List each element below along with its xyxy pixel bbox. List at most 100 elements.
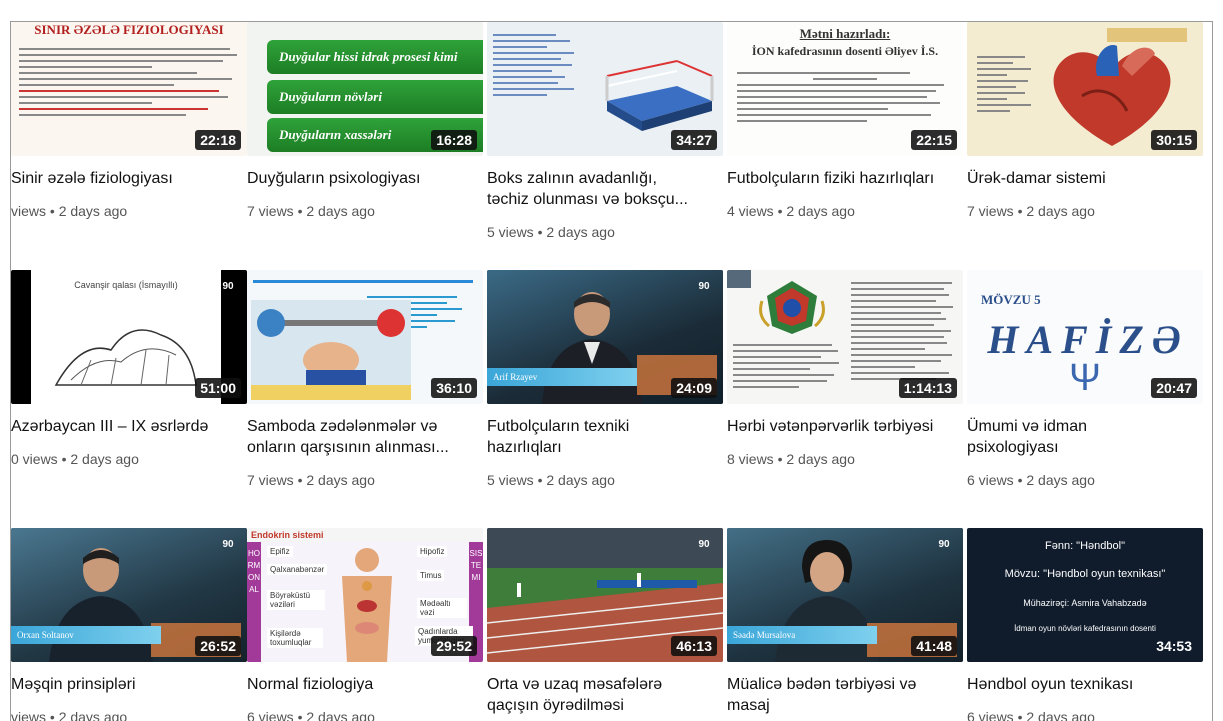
header-line xyxy=(253,280,473,283)
thumb-lecturer: Mühazirəçi: Asmira Vahabzadə xyxy=(1023,598,1147,608)
thumb-heading: SINIR ƏZƏLƏ FIZIOLOGIYASI xyxy=(34,22,224,37)
video-thumbnail[interactable]: 30:15 xyxy=(967,22,1203,156)
video-meta: 6 views • 2 days ago xyxy=(967,472,1095,488)
thumb-heading: HAFİZƏ xyxy=(987,317,1189,362)
list-icon xyxy=(493,30,583,100)
duration-badge: 24:09 xyxy=(671,378,717,398)
video-thumbnail[interactable]: 36:10 xyxy=(247,270,483,404)
video-title[interactable]: Boks zalının avadanlığı, təchiz olunması… xyxy=(487,168,723,210)
duration-badge: 1:14:13 xyxy=(898,378,957,398)
organ-label: Timus xyxy=(417,570,445,581)
organ-label: Kişilərdə toxumluqlar xyxy=(267,628,323,648)
organ-label: Hipofiz xyxy=(417,546,448,557)
organ-label: Qalxanabənzər xyxy=(267,564,328,575)
thumb-topic: MÖVZU 5 xyxy=(981,292,1041,307)
video-meta: 4 views • 2 days ago xyxy=(727,203,855,219)
duration-badge: 30:15 xyxy=(1151,130,1197,150)
thumb-subheading: İON kafedrasının dosenti Əliyev İ.S. xyxy=(751,44,939,58)
name-lower-third: Arif Rzayev xyxy=(487,368,637,386)
thumb-heading: Mətni hazırladı: xyxy=(799,26,891,41)
text-column-icon xyxy=(851,278,957,384)
video-title[interactable]: Ümumi və idman psixologiyası xyxy=(967,416,1203,458)
video-thumbnail[interactable]: Fənn: "Həndbol" Mövzu: "Həndbol oyun tex… xyxy=(967,528,1203,662)
video-thumbnail[interactable]: Duyğular hissi idrak prosesi kimi Duyğul… xyxy=(247,22,483,156)
name-lower-third: Orxan Soltanov xyxy=(11,626,161,644)
video-inset xyxy=(727,270,751,288)
boxing-ring-icon xyxy=(605,60,714,131)
video-thumbnail[interactable]: MÖVZU 5 HAFİZƏ Ψ 20:47 xyxy=(967,270,1203,404)
list-icon xyxy=(977,52,1037,116)
video-title[interactable]: Məşqin prinsipləri xyxy=(11,674,247,695)
duration-badge: 41:48 xyxy=(911,636,957,656)
video-thumbnail[interactable]: Endokrin sistemi HORMONAL SISTEMI Epifiz… xyxy=(247,528,483,662)
video-meta: views • 2 days ago xyxy=(11,709,128,721)
document-lines-icon xyxy=(737,68,953,126)
video-meta: views • 2 days ago xyxy=(11,203,128,219)
video-meta: 5 views • 2 days ago xyxy=(487,472,615,488)
video-thumbnail[interactable]: Mətni hazırladı: İON kafedrasının dosent… xyxy=(727,22,963,156)
video-title[interactable]: Ürək-damar sistemi xyxy=(967,168,1203,189)
document-thumbnail-icon xyxy=(19,44,241,120)
emblem-icon xyxy=(759,281,825,334)
video-thumbnail[interactable]: 34:27 xyxy=(487,22,723,156)
name-lower-third: Səadə Mursalova xyxy=(727,626,877,644)
letterbox-bar xyxy=(11,270,31,404)
video-title[interactable]: Sinir əzələ fiziologiyası xyxy=(11,168,247,189)
duration-badge: 26:52 xyxy=(195,636,241,656)
video-thumbnail[interactable]: 90 Orxan Soltanov 26:52 xyxy=(11,528,247,662)
duration-badge: 22:15 xyxy=(911,130,957,150)
video-thumbnail[interactable]: 90 46:13 xyxy=(487,528,723,662)
thumb-line: Duyğular hissi idrak prosesi kimi xyxy=(267,40,483,74)
video-thumbnail[interactable]: 90 Səadə Mursalova 41:48 xyxy=(727,528,963,662)
duration-badge: 34:53 xyxy=(1156,638,1192,654)
video-thumbnail[interactable]: SINIR ƏZƏLƏ FIZIOLOGIYASI 22:18 xyxy=(11,22,247,156)
ruins-sketch-icon xyxy=(54,329,197,386)
video-meta: 7 views • 2 days ago xyxy=(967,203,1095,219)
video-title[interactable]: Orta və uzaq məsafələrə qaçışın öyrədilm… xyxy=(487,674,723,716)
video-title[interactable]: Samboda zədələnmələr və onların qarşısın… xyxy=(247,416,483,458)
video-thumbnail[interactable]: 90 Arif Rzayev 24:09 xyxy=(487,270,723,404)
heading-bar xyxy=(1107,28,1187,42)
video-meta: 8 views • 2 days ago xyxy=(727,451,855,467)
video-grid: SINIR ƏZƏLƏ FIZIOLOGIYASI 22:18 Sinir əz… xyxy=(11,22,1212,721)
video-grid-frame: SINIR ƏZƏLƏ FIZIOLOGIYASI 22:18 Sinir əz… xyxy=(10,21,1213,721)
thumb-department: İdman oyun növləri kafedrasının dosenti xyxy=(1014,624,1156,633)
presenter-icon xyxy=(542,292,642,404)
side-label: HORMONAL xyxy=(247,542,261,662)
thumb-topic: Mövzu: "Həndbol oyun texnikası" xyxy=(1004,568,1166,580)
thumb-line: Duyğuların növləri xyxy=(267,80,483,114)
video-title[interactable]: Duyğuların psixologiyası xyxy=(247,168,483,189)
organ-label: Mədəaltı vəzi xyxy=(417,598,467,618)
duration-badge: 36:10 xyxy=(431,378,477,398)
organ-label: Böyrəküstü vəziləri xyxy=(267,590,325,610)
video-title[interactable]: Normal fiziologiya xyxy=(247,674,483,695)
video-meta: 6 views • 2 days ago xyxy=(247,709,375,721)
channel-logo-icon: 90 xyxy=(698,539,710,550)
duration-badge: 16:28 xyxy=(431,130,477,150)
duration-badge: 20:47 xyxy=(1151,378,1197,398)
video-title[interactable]: Futbolçuların fiziki hazırlıqları xyxy=(727,168,963,189)
duration-badge: 29:52 xyxy=(431,636,477,656)
video-title[interactable]: Azərbaycan III – IX əsrlərdə xyxy=(11,416,247,437)
video-title[interactable]: Müalicə bədən tərbiyəsi və masaj xyxy=(727,674,963,716)
weightlifting-icon xyxy=(251,300,411,400)
video-thumbnail[interactable]: 90 Cavanşir qalası (İsmayıllı) 51:00 xyxy=(11,270,247,404)
organ-label: Epifiz xyxy=(267,546,293,557)
body-icon xyxy=(342,548,392,662)
thumb-subject: Fənn: "Həndbol" xyxy=(1045,540,1125,552)
video-meta: 0 views • 2 days ago xyxy=(11,451,139,467)
video-title[interactable]: Futbolçuların texniki hazırlıqları xyxy=(487,416,723,458)
channel-logo-icon: 90 xyxy=(222,539,234,550)
video-title[interactable]: Hərbi vətənpərvərlik tərbiyəsi xyxy=(727,416,963,437)
video-meta: 5 views • 2 days ago xyxy=(487,224,615,240)
thumb-caption: Cavanşir qalası (İsmayıllı) xyxy=(74,280,178,290)
duration-badge: 51:00 xyxy=(195,378,241,398)
duration-badge: 34:27 xyxy=(671,130,717,150)
duration-badge: 46:13 xyxy=(671,636,717,656)
video-thumbnail[interactable]: 1:14:13 xyxy=(727,270,963,404)
video-meta: 7 views • 2 days ago xyxy=(247,472,375,488)
video-title[interactable]: Həndbol oyun texnikası xyxy=(967,674,1203,695)
video-meta: 7 views • 2 days ago xyxy=(247,203,375,219)
channel-logo-icon: 90 xyxy=(698,281,710,292)
video-meta: 6 views • 2 days ago xyxy=(967,709,1095,721)
